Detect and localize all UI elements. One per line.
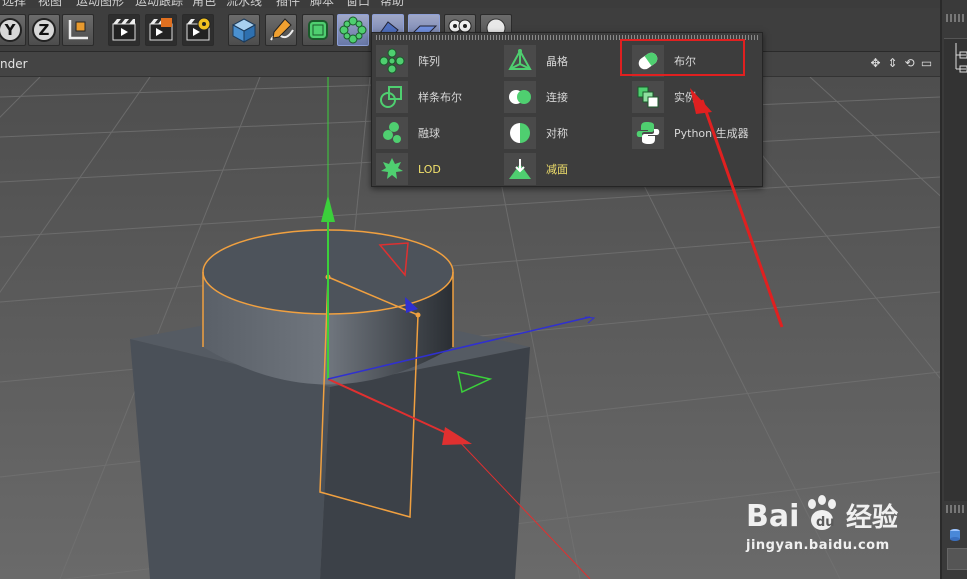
axis-y-label: Y [0, 18, 22, 42]
subdivision-icon [308, 20, 328, 40]
menu-item[interactable]: 选择 [2, 0, 26, 8]
menu-item-label: 连接 [546, 91, 568, 104]
menu-item[interactable]: 视图 [38, 0, 62, 8]
arrows-icon[interactable]: ⇕ [885, 56, 900, 71]
menu-item-label: 阵列 [418, 55, 440, 68]
array-icon [379, 48, 405, 74]
render-view-icon [112, 19, 136, 41]
menu-item-label: Python 生成器 [674, 127, 749, 140]
menu-item-instance[interactable]: 实例 [632, 79, 756, 115]
menu-bar: 选择 视图 运动图形 运动跟踪 角色 流水线 插件 脚本 窗口 帮助 [0, 0, 967, 8]
baidu-watermark-logo: Bai du 经验 [746, 495, 898, 534]
axis-y-button[interactable]: Y [0, 14, 26, 46]
svg-text:经验: 经验 [846, 502, 898, 533]
menu-item[interactable]: 帮助 [380, 0, 404, 8]
menu-item-symmetry[interactable]: 对称 [504, 115, 628, 151]
menu-item-label: 融球 [418, 127, 440, 140]
spline-boolean-icon [380, 86, 402, 108]
cylinder-icon[interactable] [948, 528, 962, 542]
menu-item[interactable]: 运动跟踪 [135, 0, 183, 8]
array-generator-button[interactable] [337, 14, 369, 46]
attribute-field[interactable] [947, 548, 967, 570]
atom-icon [508, 48, 532, 70]
popup-column-1: 阵列 样条布尔 融球 LOD [376, 43, 500, 187]
panel-grip[interactable] [946, 505, 964, 513]
panel-grip[interactable] [946, 14, 964, 22]
watermark-url: jingyan.baidu.com [746, 538, 890, 553]
render-picture-viewer-icon [149, 18, 173, 41]
viewport-title: nder [0, 57, 28, 71]
object-manager-panel[interactable] [944, 38, 967, 501]
menu-item-lod[interactable]: LOD [376, 151, 500, 187]
menu-item-label: 实例 [674, 91, 696, 104]
menu-item-label: 晶格 [546, 55, 568, 68]
menu-item-atom-array[interactable]: 晶格 [504, 43, 628, 79]
menu-item-python-generator[interactable]: Python 生成器 [632, 115, 756, 151]
render-settings-icon [186, 17, 211, 41]
move-icon[interactable]: ✥ [868, 56, 883, 71]
popup-column-2: 晶格 连接 对称 减面 [504, 43, 628, 187]
lod-icon [381, 158, 403, 179]
svg-text:Bai: Bai [746, 499, 799, 534]
menu-item[interactable]: 流水线 [226, 0, 262, 8]
menu-item-label: 对称 [546, 127, 568, 140]
cube-button[interactable] [228, 14, 260, 46]
layout-icon[interactable]: ▭ [919, 56, 934, 71]
instance-icon [637, 86, 659, 108]
python-icon [636, 122, 660, 144]
axis-z-button[interactable]: Z [28, 14, 60, 46]
menu-item[interactable]: 窗口 [346, 0, 370, 8]
menu-item-label: LOD [418, 162, 441, 176]
symmetry-icon [510, 123, 530, 143]
polygon-reduction-icon [509, 159, 531, 179]
menu-item[interactable]: 插件 [276, 0, 300, 8]
svg-text:du: du [816, 515, 835, 530]
pen-icon [270, 18, 294, 41]
render-picture-viewer-button[interactable] [145, 14, 177, 46]
menu-item[interactable]: 脚本 [310, 0, 334, 8]
menu-item-label: 减面 [546, 163, 568, 176]
array-icon [339, 16, 367, 44]
render-settings-button[interactable] [182, 14, 214, 46]
menu-item[interactable]: 运动图形 [76, 0, 124, 8]
render-view-button[interactable] [108, 14, 140, 46]
menu-item-polygon-reduction[interactable]: 减面 [504, 151, 628, 187]
pen-button[interactable] [265, 14, 297, 46]
axis-z-label: Z [32, 18, 56, 42]
coordinate-system-icon [68, 20, 88, 40]
menu-item-array[interactable]: 阵列 [376, 43, 500, 79]
menu-item-connect[interactable]: 连接 [504, 79, 628, 115]
metaball-icon [383, 122, 401, 143]
connect-icon [509, 90, 531, 104]
rotate-icon[interactable]: ⟲ [902, 56, 917, 71]
menu-item-spline-boolean[interactable]: 样条布尔 [376, 79, 500, 115]
world-coordinates-button[interactable] [62, 14, 94, 46]
menu-item-metaball[interactable]: 融球 [376, 115, 500, 151]
menu-item[interactable]: 角色 [192, 0, 216, 8]
right-dock-panel [940, 0, 967, 579]
cube-icon [231, 18, 257, 43]
menu-item-label: 样条布尔 [418, 91, 462, 104]
tree-icon [955, 43, 967, 73]
subdivision-button[interactable] [302, 14, 334, 46]
annotation-highlight-box [620, 39, 745, 76]
